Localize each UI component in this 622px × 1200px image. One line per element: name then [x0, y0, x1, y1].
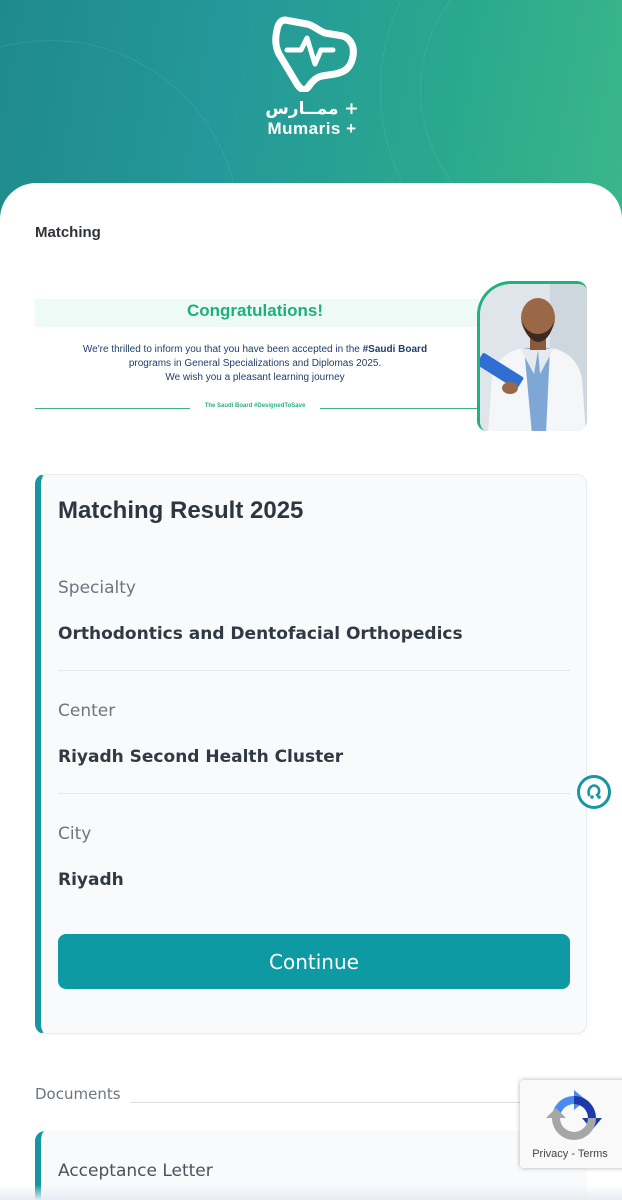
recaptcha-badge[interactable]: Privacy - Terms — [520, 1080, 622, 1168]
banner-footer-tag: The Saudi Board #DesignedToSave — [204, 403, 306, 409]
banner-line-2: programs in General Specializations and … — [128, 358, 382, 369]
city-value: Riyadh — [58, 870, 124, 890]
city-label: City — [58, 824, 92, 844]
matching-result-title: Matching Result 2025 — [58, 497, 304, 524]
chat-help-icon[interactable] — [577, 775, 611, 809]
banner-message: We're thrilled to inform you that you ha… — [35, 343, 475, 385]
app-logo: ممــارس + Mumaris + — [262, 14, 362, 144]
congratulations-banner: Congratulations! We're thrilled to infor… — [35, 281, 587, 431]
bottom-fade — [0, 1185, 622, 1200]
banner-line-1: We're thrilled to inform you that you ha… — [35, 343, 475, 357]
page-title: Matching — [35, 224, 101, 241]
logo-english-text: Mumaris + — [267, 119, 357, 138]
center-label: Center — [58, 701, 116, 721]
content-sheet: Matching Congratulations! We're thrilled… — [0, 183, 622, 1200]
recaptcha-links: Privacy - Terms — [520, 1148, 620, 1160]
acceptance-letter-title: Acceptance Letter — [58, 1161, 213, 1181]
documents-divider — [130, 1102, 580, 1103]
continue-button[interactable]: Continue — [58, 934, 570, 989]
divider — [58, 793, 570, 794]
banner-heading: Congratulations! — [187, 301, 323, 320]
heartbeat-map-icon — [272, 16, 357, 92]
privacy-link[interactable]: Privacy — [532, 1148, 568, 1160]
divider — [58, 670, 570, 671]
recaptcha-logo-icon — [546, 1090, 602, 1140]
banner-line-1-text: We're thrilled to inform you that you ha… — [82, 344, 363, 355]
doctor-holding-clipboard-photo — [477, 281, 587, 431]
documents-heading: Documents — [35, 1085, 121, 1103]
specialty-label: Specialty — [58, 578, 136, 598]
terms-link[interactable]: Terms — [578, 1148, 608, 1160]
center-value: Riyadh Second Health Cluster — [58, 747, 344, 767]
logo-arabic-text: ممــارس + — [265, 99, 359, 119]
link-separator: - — [568, 1148, 578, 1160]
banner-hashtag: #Saudi Board — [362, 344, 428, 355]
specialty-value: Orthodontics and Dentofacial Orthopedics — [58, 624, 463, 644]
banner-line-3: We wish you a pleasant learning journey — [165, 372, 345, 383]
banner-footer-line-left — [35, 408, 190, 409]
banner-footer-line-right — [320, 408, 477, 409]
matching-result-card: Matching Result 2025 Specialty Orthodont… — [35, 474, 587, 1034]
